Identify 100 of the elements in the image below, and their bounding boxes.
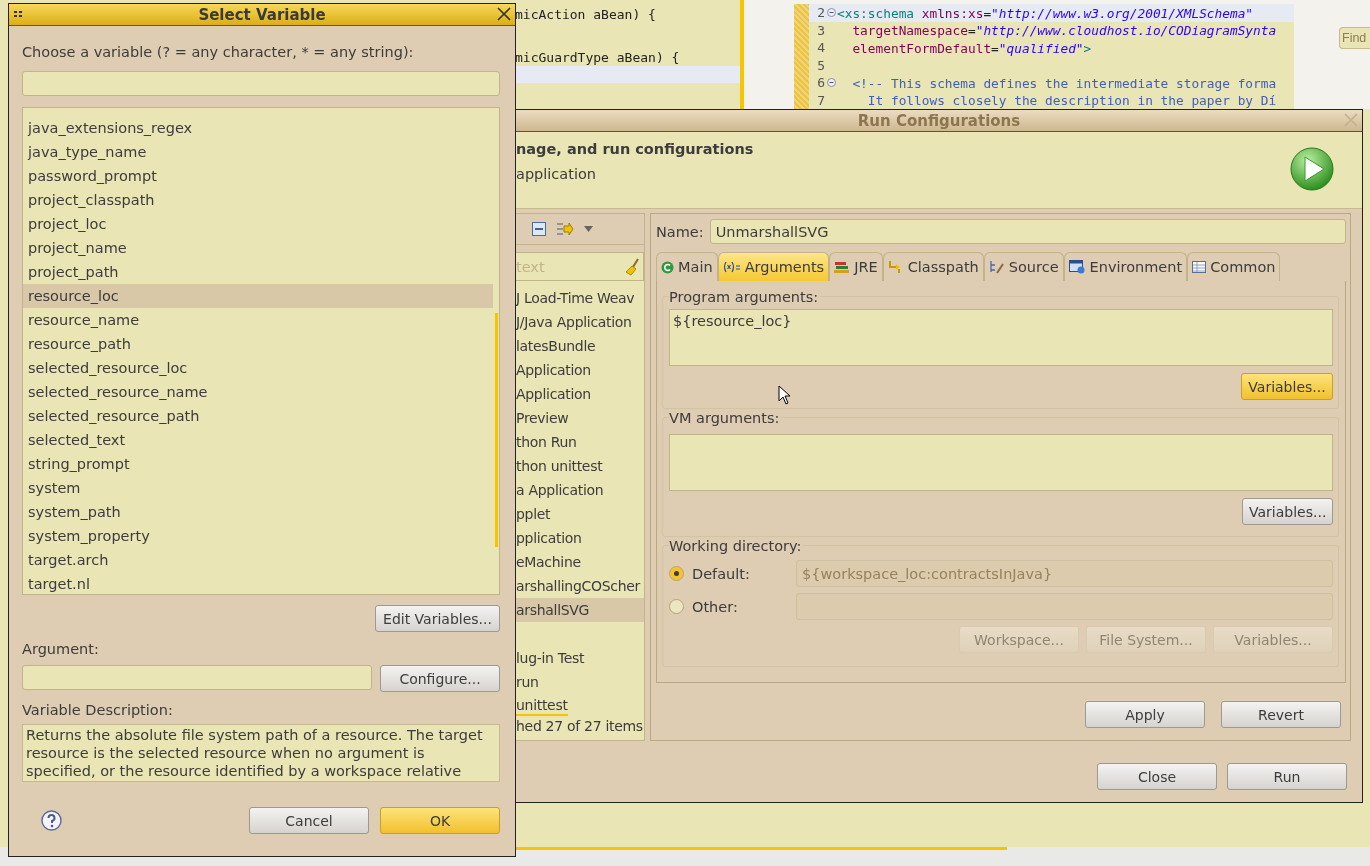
help-icon[interactable] <box>41 810 62 831</box>
tab[interactable]: Main <box>656 252 718 281</box>
launch-config-item[interactable]: run <box>516 670 644 694</box>
find-field[interactable]: Find <box>1339 27 1370 49</box>
filter-status: hed 27 of 27 items <box>516 716 644 740</box>
vm-arguments-field[interactable] <box>669 434 1333 491</box>
dropdown-caret-icon[interactable] <box>584 226 593 232</box>
fold-icon[interactable] <box>826 78 836 88</box>
variable-item[interactable]: system <box>23 476 493 500</box>
code-line: micAction aBean) { <box>515 6 657 23</box>
radio-label: Other: <box>691 598 739 615</box>
argument-field[interactable] <box>22 665 372 690</box>
variable-item[interactable]: target.nl <box>23 572 493 594</box>
tab[interactable]: JRE <box>829 252 883 281</box>
tab[interactable]: Environment <box>1063 252 1188 281</box>
dialog-button[interactable]: Apply <box>1085 701 1205 728</box>
group-label: Program arguments: <box>669 289 821 305</box>
launch-config-item[interactable]: J Load-Time Weav <box>516 286 644 310</box>
run-icon <box>1289 146 1335 192</box>
variable-item[interactable]: selected_resource_path <box>23 404 493 428</box>
edit-variables-button[interactable]: Edit Variables... <box>375 605 500 632</box>
group-label: VM arguments: <box>669 410 782 426</box>
radio-button[interactable] <box>669 566 684 581</box>
launch-config-item[interactable]: pplication <box>516 526 644 550</box>
code-line: targetNamespace="http://www.cloudhost.io/CODiagramSynta <box>851 22 1277 39</box>
launch-config-item[interactable]: J/Java Application <box>516 310 644 334</box>
variable-item[interactable]: project_loc <box>23 212 493 236</box>
launch-config-item[interactable]: thon Run <box>516 430 644 454</box>
radio-button[interactable] <box>669 599 684 614</box>
variable-filter-field[interactable] <box>22 71 500 96</box>
launch-config-item[interactable]: a Application <box>516 478 644 502</box>
variable-item[interactable]: project_path <box>23 260 493 284</box>
tab[interactable]: Arguments <box>717 252 830 281</box>
window-title: Select Variable <box>198 5 326 24</box>
dialog-button[interactable]: OK <box>380 807 500 834</box>
variable-item[interactable]: string_prompt <box>23 452 493 476</box>
launch-config-item[interactable]: arshallingCOScher <box>516 574 644 598</box>
launch-config-item[interactable]: latesBundle <box>516 334 644 358</box>
fold-icon[interactable] <box>826 8 836 18</box>
line-number: 2 <box>816 5 825 21</box>
line-number: 5 <box>816 57 825 73</box>
variables-button[interactable]: Variables... <box>1241 373 1333 400</box>
dialog-button[interactable]: Run <box>1227 763 1347 790</box>
code-line: It follows closely the description in the paper by Dí <box>866 92 1277 109</box>
variable-item[interactable]: target.arch <box>23 548 493 572</box>
grip-icon <box>14 11 24 17</box>
window-globe-icon <box>1068 260 1086 274</box>
variable-item[interactable]: project_classpath <box>23 188 493 212</box>
variable-item[interactable]: selected_text <box>23 428 493 452</box>
group-label: Working directory: <box>669 538 804 554</box>
variable-item[interactable]: resource_path <box>23 332 493 356</box>
argument-label: Argument: <box>22 640 100 658</box>
mouse-cursor-icon <box>778 385 791 405</box>
program-arguments-field[interactable]: ${resource_loc} <box>669 309 1333 366</box>
launch-config-item[interactable]: pplet <box>516 502 644 526</box>
dialog-button[interactable]: Revert <box>1221 701 1341 728</box>
launch-config-item[interactable]: arshallSVG <box>516 598 644 622</box>
run-circle-icon <box>661 260 674 274</box>
books-icon <box>834 260 851 274</box>
launch-config-item[interactable]: eMachine <box>516 550 644 574</box>
line-number: 6 <box>816 75 825 91</box>
launch-config-item[interactable]: lug-in Test <box>516 646 644 670</box>
variable-item[interactable]: resource_loc <box>23 284 493 308</box>
variable-item[interactable]: password_prompt <box>23 164 493 188</box>
variable-item[interactable]: java_type_name <box>23 140 493 164</box>
name-field[interactable]: UnmarshallSVG <box>709 219 1346 244</box>
variable-item[interactable]: selected_resource_name <box>23 380 493 404</box>
radio-label: Default: <box>691 565 751 582</box>
tab[interactable]: Classpath <box>882 252 984 281</box>
broom-icon[interactable] <box>625 257 641 276</box>
launch-config-item[interactable]: Application <box>516 382 644 406</box>
dialog-button[interactable]: Cancel <box>249 807 369 834</box>
configure-button[interactable]: Configure... <box>380 665 500 692</box>
variable-item[interactable]: resource_name <box>23 308 493 332</box>
variables-button[interactable]: Variables... <box>1242 498 1333 525</box>
variable-item[interactable]: system_property <box>23 524 493 548</box>
dialog-subtitle: application <box>516 166 597 182</box>
collapse-all-icon[interactable] <box>532 222 546 236</box>
dialog-heading: nage, and run configurations <box>516 141 754 157</box>
variable-item[interactable]: selected_resource_loc <box>23 356 493 380</box>
variable-item[interactable]: java_extensions_regex <box>23 116 493 140</box>
variable-item[interactable]: project_name <box>23 236 493 260</box>
window-title: Run Configurations <box>857 111 1021 130</box>
dialog-button[interactable]: Close <box>1097 763 1217 790</box>
launch-config-item[interactable]: Preview <box>516 406 644 430</box>
table-icon <box>1192 261 1207 273</box>
launch-config-item[interactable]: thon unittest <box>516 454 644 478</box>
code-line: <!-- This schema defines the intermediate storage forma <box>851 74 1277 91</box>
code-line: <xs:schema xmlns:xs="http://www.w3.org/2001/XMLSchema" <box>837 4 1254 21</box>
line-number: 3 <box>816 22 825 38</box>
tab[interactable]: Source <box>983 252 1064 281</box>
tab[interactable]: Common <box>1187 252 1281 281</box>
description-label: Variable Description: <box>22 701 174 719</box>
launch-config-item[interactable]: Application <box>516 358 644 382</box>
filter-icon[interactable] <box>556 221 574 237</box>
variable-icon <box>722 261 741 273</box>
scrollbar[interactable] <box>495 313 498 547</box>
code-line: micGuardType aBean) { <box>515 49 681 66</box>
variable-item[interactable]: system_path <box>23 500 493 524</box>
close-icon[interactable] <box>497 7 511 21</box>
